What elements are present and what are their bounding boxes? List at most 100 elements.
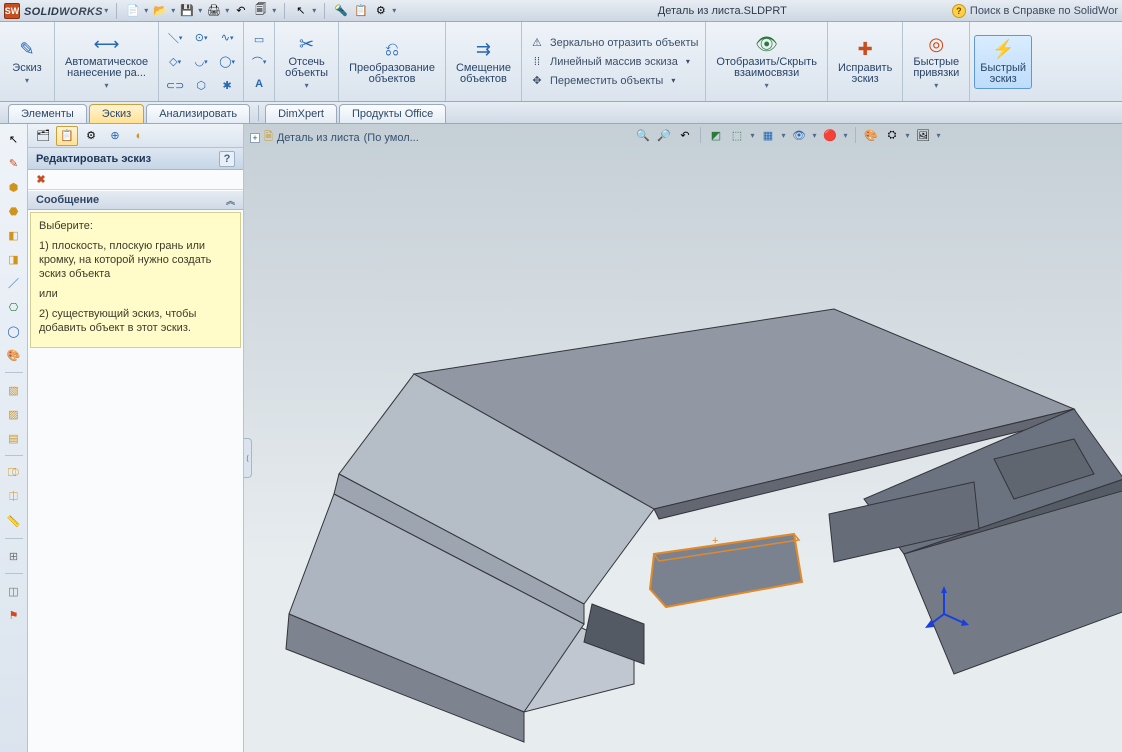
vs-dd[interactable]: ▾ [904,127,911,143]
rail-feature1-icon[interactable]: ⬢ [5,178,23,196]
save-dd[interactable]: ▾ [197,3,204,19]
quick-snaps-button[interactable]: ◎ Быстрыепривязки ▾ [907,29,965,94]
message-section-header[interactable]: Сообщение ︽ [28,190,243,210]
rebuild-icon[interactable]: 🔦 [333,3,349,19]
rail-misc1-icon[interactable]: ⊞ [5,547,23,565]
tab-sketch[interactable]: Эскиз [89,104,144,123]
prev-view-icon[interactable]: ↶ [676,126,694,144]
offset-button[interactable]: ⇉ Смещениеобъектов [450,35,517,89]
arc-icon[interactable]: ◡▾ [189,51,213,73]
panel-help-button[interactable]: ? [219,151,235,167]
rail-feature2-icon[interactable]: ⬣ [5,202,23,220]
select-dd[interactable]: ▾ [311,3,318,19]
new-doc-icon[interactable]: 📄 [125,3,141,19]
mirror-button[interactable]: ⚠Зеркально отразить объекты [526,34,701,52]
rail-sketch-icon[interactable]: ✎ [5,154,23,172]
zoom-fit-icon[interactable]: 🔍 [634,126,652,144]
point-icon[interactable]: ✱ [215,75,239,97]
orient-dd[interactable]: ▾ [749,127,756,143]
cancel-icon[interactable]: ✖ [34,173,48,187]
rn-dd[interactable]: ▾ [935,127,942,143]
section-view-icon[interactable]: ◩ [707,126,725,144]
rail-measure-icon[interactable]: 📏 [5,512,23,530]
app-menu-dropdown[interactable]: ▾ [103,3,110,19]
pm-tab-property[interactable]: 📋 [56,126,78,146]
zoom-area-icon[interactable]: 🔎 [655,126,673,144]
hide-dd[interactable]: ▾ [811,127,818,143]
rail-sheet2-icon[interactable]: ▨ [5,405,23,423]
rail-select-icon[interactable]: ↖ [5,130,23,148]
rail-sheet1-icon[interactable]: ▧ [5,381,23,399]
convert-entities-button[interactable]: ⎌ Преобразованиеобъектов [343,35,441,89]
circle-icon[interactable]: ⊙▾ [189,27,213,49]
hide-show-icon[interactable]: 👁 [790,126,808,144]
help-search[interactable]: ? Поиск в Справке по SolidWor [952,4,1118,18]
smart-dimension-button[interactable]: ⟷ Автоматическоенанесение ра... ▾ [59,29,154,94]
linear-pattern-button[interactable]: ⁞⁞Линейный массив эскиза▾ [526,53,701,71]
open-icon[interactable]: 📂 [152,3,168,19]
apply-scene-icon[interactable]: 🎨 [862,126,880,144]
repair-sketch-button[interactable]: ✚ Исправитьэскиз [832,35,898,89]
rail-misc3-icon[interactable]: ⚑ [5,606,23,624]
rail-sheet3-icon[interactable]: ▤ [5,429,23,447]
render-icon[interactable]: 🖼 [914,126,932,144]
rail-line-icon[interactable]: ／ [5,274,23,292]
options2-icon[interactable]: ⚙ [373,3,389,19]
open-dd[interactable]: ▾ [170,3,177,19]
feature-tree-flyout[interactable]: + 🗎 Деталь из листа (По умол... [250,128,419,147]
redo-icon[interactable]: 🗐 [253,3,269,19]
pm-tab-dim[interactable]: ⊕ [104,126,126,146]
redo-dd[interactable]: ▾ [271,3,278,19]
app-dd[interactable]: ▾ [842,127,849,143]
rail-feature5-icon[interactable]: ⎔ [5,298,23,316]
rail-bend2-icon[interactable]: ⎅ [5,488,23,506]
tab-features[interactable]: Элементы [8,104,87,123]
polygon-icon[interactable]: ⬡ [189,75,213,97]
new-dd[interactable]: ▾ [143,3,150,19]
save-icon[interactable]: 💾 [179,3,195,19]
view-settings-icon[interactable]: ⛭ [883,126,901,144]
expand-icon[interactable]: + [250,133,260,143]
tab-dimxpert[interactable]: DimXpert [265,104,337,123]
part-icon: 🗎 [264,128,273,147]
move-entities-button[interactable]: ✥Переместить объекты▾ [526,72,701,90]
rail-feature3-icon[interactable]: ◧ [5,226,23,244]
line-icon[interactable]: ＼▾ [163,27,187,49]
display-style-icon[interactable]: ▦ [759,126,777,144]
collapse-icon[interactable]: ︽ [226,194,235,207]
graphics-viewport[interactable]: + 🗎 Деталь из листа (По умол... 🔍 🔎 ↶ ◩ … [244,124,1122,752]
edit-appearance-icon[interactable]: 🔴 [821,126,839,144]
rail-feature4-icon[interactable]: ◨ [5,250,23,268]
fillet-icon[interactable]: ⌒▾ [248,52,270,72]
panel-collapse-handle[interactable]: ⟨ [244,438,252,478]
trim-button[interactable]: ✂ Отсечьобъекты ▾ [279,29,334,94]
pm-tab-config[interactable]: ⚙ [80,126,102,146]
rectangle-icon[interactable]: ◇▾ [163,51,187,73]
pm-tab-feature-tree[interactable]: 🗂 [32,126,54,146]
sketch-button[interactable]: ✎ Эскиз ▾ [4,35,50,89]
msg-line2: 1) плоскость, плоскую грань или кромку, … [39,239,232,281]
tab-office[interactable]: Продукты Office [339,104,446,123]
options-icon[interactable]: 📋 [353,3,369,19]
tab-evaluate[interactable]: Анализировать [146,104,250,123]
view-orient-icon[interactable]: ⬚ [728,126,746,144]
display-relations-button[interactable]: 👁 Отобразить/Скрытьвзаимосвязи ▾ [710,29,823,94]
slot-icon[interactable]: ⊂⊃ [163,75,187,97]
opt-dd[interactable]: ▾ [391,3,398,19]
rail-appearance-icon[interactable]: 🎨 [5,346,23,364]
app-logo-icon: SW [4,3,20,19]
print-icon[interactable]: 🖨 [206,3,222,19]
rail-feature6-icon[interactable]: ◯ [5,322,23,340]
pm-tab-display[interactable]: ◐ [128,126,150,146]
ellipse-icon[interactable]: ◯▾ [215,51,239,73]
select-icon[interactable]: ↖ [293,3,309,19]
rail-misc2-icon[interactable]: ◫ [5,582,23,600]
rapid-sketch-button[interactable]: ⚡ Быстрыйэскиз [974,35,1032,89]
print-dd[interactable]: ▾ [224,3,231,19]
rect-tool-icon[interactable]: ▭ [248,30,270,50]
style-dd[interactable]: ▾ [780,127,787,143]
rail-bend1-icon[interactable]: ⎄ [5,464,23,482]
text-icon[interactable]: A [248,74,270,94]
undo-icon[interactable]: ↶ [233,3,249,19]
spline-icon[interactable]: ∿▾ [215,27,239,49]
